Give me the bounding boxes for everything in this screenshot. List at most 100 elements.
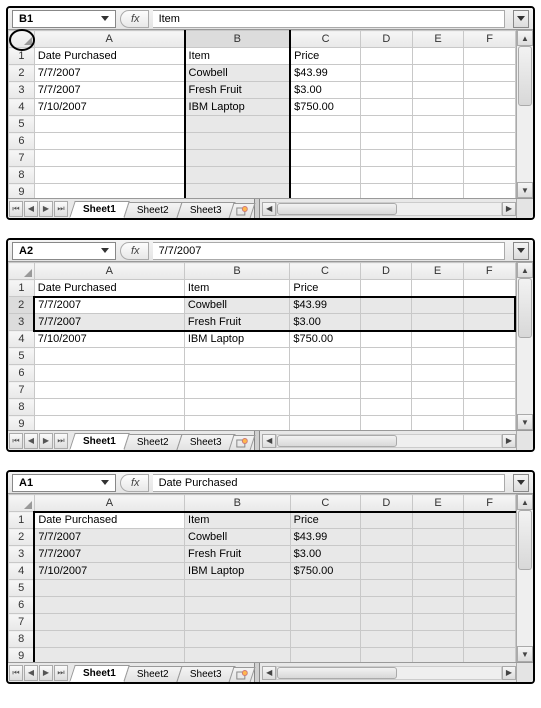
cell[interactable]: 7/7/2007 [34,82,184,99]
col-header-E[interactable]: E [412,263,464,280]
cell[interactable]: $43.99 [290,297,360,314]
scroll-thumb[interactable] [518,278,532,338]
row-header[interactable]: 8 [9,399,35,416]
name-box[interactable]: A2 [12,242,116,260]
row-header[interactable]: 9 [9,184,35,199]
resize-corner[interactable] [516,199,533,218]
scroll-up-icon[interactable]: ▲ [517,494,533,510]
scroll-left-icon[interactable]: ◀ [262,434,276,448]
cell[interactable]: Fresh Fruit [185,82,291,99]
spreadsheet-grid[interactable]: A B C D E F 1 Date Purchased Item Price … [8,494,516,662]
formula-input[interactable]: Item [153,10,505,28]
cell[interactable]: Item [185,512,291,529]
cell[interactable]: $3.00 [290,82,360,99]
row-header[interactable]: 3 [9,82,35,99]
cell[interactable] [412,48,464,65]
scroll-right-icon[interactable]: ▶ [502,434,516,448]
row-header[interactable]: 5 [9,580,35,597]
scroll-left-icon[interactable]: ◀ [262,202,276,216]
cell[interactable] [412,99,464,116]
chevron-down-icon[interactable] [101,480,109,485]
scroll-thumb[interactable] [518,510,532,570]
tab-nav-last-icon[interactable]: ⏭ [54,665,68,681]
cell[interactable] [412,82,464,99]
cell[interactable]: IBM Laptop [184,331,290,348]
cell[interactable]: Cowbell [185,65,291,82]
cell[interactable] [361,48,413,65]
tab-nav-first-icon[interactable]: ⏮ [9,201,23,217]
scroll-right-icon[interactable]: ▶ [502,666,516,680]
row-header[interactable]: 4 [9,563,35,580]
col-header-E[interactable]: E [412,495,464,512]
sheet-tab[interactable]: Sheet2 [123,202,182,218]
vertical-scrollbar[interactable]: ▲ ▼ [516,30,533,198]
row-header[interactable]: 4 [9,99,35,116]
scroll-right-icon[interactable]: ▶ [502,202,516,216]
cell[interactable]: Price [290,48,360,65]
select-all-corner[interactable] [9,495,35,512]
scroll-up-icon[interactable]: ▲ [517,262,533,278]
cell[interactable] [464,99,516,116]
horizontal-scrollbar[interactable]: ◀ ▶ [262,201,516,217]
col-header-E[interactable]: E [412,31,464,48]
vertical-scrollbar[interactable]: ▲ ▼ [516,262,533,430]
sheet-tab[interactable]: Sheet1 [69,433,129,450]
tab-nav-prev-icon[interactable]: ◀ [24,665,38,681]
row-header[interactable]: 1 [9,48,35,65]
tab-split-handle[interactable] [254,431,260,450]
scroll-thumb[interactable] [518,46,532,106]
row-header[interactable]: 2 [9,529,35,546]
col-header-A[interactable]: A [34,495,184,512]
cell[interactable]: 7/7/2007 [34,65,184,82]
select-all-corner[interactable] [9,263,35,280]
cell[interactable] [361,65,413,82]
col-header-C[interactable]: C [290,495,360,512]
insert-sheet-icon[interactable] [229,667,256,682]
tab-nav-first-icon[interactable]: ⏮ [9,433,23,449]
sheet-tab[interactable]: Sheet1 [69,201,129,218]
sheet-tab[interactable]: Sheet3 [176,202,235,218]
cell[interactable]: 7/10/2007 [34,331,184,348]
tab-nav-last-icon[interactable]: ⏭ [54,433,68,449]
row-header[interactable]: 4 [9,331,35,348]
select-all-corner[interactable] [9,31,35,48]
cell[interactable]: Cowbell [184,297,290,314]
formula-bar-expand[interactable] [513,242,529,260]
scroll-down-icon[interactable]: ▼ [517,182,533,198]
cell[interactable]: Price [290,512,360,529]
sheet-tab[interactable]: Sheet1 [69,665,129,682]
cell[interactable]: $750.00 [290,331,360,348]
vertical-scrollbar[interactable]: ▲ ▼ [516,494,533,662]
row-header[interactable]: 1 [9,280,35,297]
cell[interactable]: 7/7/2007 [34,297,184,314]
cell[interactable]: Price [290,280,360,297]
cell[interactable]: $43.99 [290,529,360,546]
tab-nav-first-icon[interactable]: ⏮ [9,665,23,681]
tab-nav-next-icon[interactable]: ▶ [39,665,53,681]
cell[interactable]: $3.00 [290,546,360,563]
insert-sheet-icon[interactable] [229,203,256,218]
cell[interactable]: $750.00 [290,563,360,580]
resize-corner[interactable] [516,431,533,450]
spreadsheet-grid[interactable]: A B C D E F 1 Date Purchased Item Price … [8,30,516,198]
spreadsheet-grid[interactable]: A B C D E F 1 Date Purchased Item Price … [8,262,516,430]
scroll-left-icon[interactable]: ◀ [262,666,276,680]
fx-button[interactable]: fx [120,10,149,28]
col-header-F[interactable]: F [464,495,516,512]
cell[interactable]: IBM Laptop [185,563,291,580]
formula-input[interactable]: 7/7/2007 [153,242,505,260]
tab-nav-next-icon[interactable]: ▶ [39,433,53,449]
cell[interactable]: 7/10/2007 [34,99,184,116]
cell[interactable] [412,65,464,82]
row-header[interactable]: 2 [9,65,35,82]
row-header[interactable]: 6 [9,597,35,614]
row-header[interactable]: 3 [9,546,35,563]
col-header-B[interactable]: B [185,495,291,512]
sheet-tab[interactable]: Sheet2 [123,434,182,450]
col-header-D[interactable]: D [361,31,413,48]
chevron-down-icon[interactable] [101,16,109,21]
insert-sheet-icon[interactable] [229,435,256,450]
horizontal-scrollbar[interactable]: ◀ ▶ [262,665,516,681]
scroll-up-icon[interactable]: ▲ [517,30,533,46]
tab-split-handle[interactable] [254,199,260,218]
